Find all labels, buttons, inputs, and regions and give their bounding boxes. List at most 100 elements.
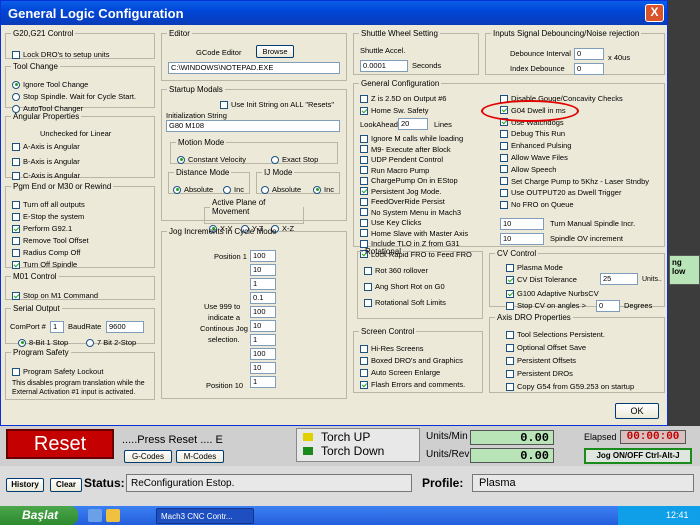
checkbox-box [500,141,508,150]
distance-inc-radio[interactable]: Inc [223,185,244,194]
a-axis-checkbox[interactable]: A-Axis is Angular [12,142,80,151]
z25-checkbox[interactable]: Z is 2.5D on Output #6 [360,94,446,103]
general-option-checkbox[interactable]: No System Menu in Mach3 [360,208,461,217]
pgmend-item[interactable]: Remove Tool Offset [12,236,89,245]
jog-value-input[interactable]: 10 [250,362,276,374]
pgmend-item[interactable]: Perform G92.1 [12,224,72,233]
jog-value-input[interactable]: 10 [250,320,276,332]
editor-path-input[interactable]: C:\WINDOWS\NOTEPAD.EXE [168,62,340,74]
init-string-input[interactable]: G80 M108 [166,120,340,132]
start-button[interactable]: Başlat [0,506,78,525]
jog-value-input[interactable]: 1 [250,376,276,388]
general-option-checkbox[interactable]: Home Slave with Master Axis [360,229,468,238]
general-option-checkbox[interactable]: FeedOverRide Persist [360,197,445,206]
general-option-checkbox[interactable]: Ignore M calls while loading [360,134,463,143]
rot-soft-checkbox[interactable]: Rotational Soft Limits [364,298,446,307]
general-option-checkbox[interactable]: Enhanced Pulsing [500,141,571,150]
gcodes-button[interactable]: G-Codes [124,450,172,463]
axisdro-item[interactable]: Copy G54 from G59.253 on startup [506,382,634,391]
ie-icon[interactable] [88,509,102,522]
stop-cv-input[interactable]: 0 [596,300,620,312]
general-option-checkbox[interactable]: Persistent Jog Mode. [360,187,441,196]
stop-cv-checkbox[interactable]: Stop CV on angles > [506,301,586,310]
jog-value-input[interactable]: 100 [250,250,276,262]
debounce-interval-input[interactable]: 0 [574,48,604,60]
ij-inc-radio[interactable]: Inc [313,185,334,194]
axisdro-item[interactable]: Tool Selections Persistent. [506,330,605,339]
ij-abs-radio[interactable]: Absolute [261,185,301,194]
distance-abs-radio[interactable]: Absolute [173,185,213,194]
ok-button[interactable]: OK [615,403,659,419]
safety-lockout-checkbox[interactable]: Program Safety Lockout [12,367,103,376]
spindle-incr-input[interactable]: 10 [500,218,544,230]
ignore-toolchange-radio[interactable]: Ignore Tool Change [12,80,88,89]
jog-value-input[interactable]: 0.1 [250,292,276,304]
close-button[interactable]: X [645,4,664,22]
axisdro-item[interactable]: Optional Offset Save [506,343,586,352]
jog-toggle-button[interactable]: Jog ON/OFF Ctrl-Alt-J [584,448,692,464]
stop-m1-checkbox[interactable]: Stop on M1 Command [12,291,98,300]
ang-short-checkbox[interactable]: Ang Short Rot on G0 [364,282,445,291]
jog-value-input[interactable]: 1 [250,278,276,290]
shuttle-accel-input[interactable]: 0.0001 [360,60,408,72]
general-option-checkbox[interactable]: Use OUTPUT20 as Dwell Trigger [500,188,621,197]
spindle-ov-input[interactable]: 10 [500,233,544,245]
flash-errors-checkbox[interactable]: Flash Errors and comments. [360,380,465,389]
jog-value-input[interactable]: 100 [250,306,276,318]
general-option-checkbox[interactable]: No FRO on Queue [500,200,574,209]
boxed-checkbox[interactable]: Boxed DRO's and Graphics [360,356,463,365]
jog-value-input[interactable]: 10 [250,264,276,276]
axisdro-item-label: Tool Selections Persistent. [517,330,605,339]
general-option-checkbox[interactable]: Debug This Run [500,129,565,138]
cv-radio[interactable]: Constant Velocity [177,155,246,164]
jog-value-input[interactable]: 1 [250,334,276,346]
rot360-checkbox[interactable]: Rot 360 rollover [364,266,428,275]
pgmend-item[interactable]: E-Stop the system [12,212,84,221]
g100-checkbox[interactable]: G100 Adaptive NurbsCV [506,289,599,298]
side-text: low [672,267,686,276]
folder-icon[interactable] [106,509,120,522]
7bit-radio[interactable]: 7 Bit 2-Stop [86,338,136,347]
hires-checkbox[interactable]: Hi-Res Screens [360,344,424,353]
home-safety-checkbox[interactable]: Home Sw. Safety [360,106,429,115]
jog-value-input[interactable]: 100 [250,348,276,360]
use-init-checkbox[interactable]: Use Init String on ALL "Resets" [220,100,334,109]
axisdro-item[interactable]: Persistent DROs [506,369,573,378]
general-option-checkbox[interactable]: Set Charge Pump to 5Khz - Laser Stndby [500,177,649,186]
mach3-task-button[interactable]: Mach3 CNC Contr... [156,508,254,524]
general-option-checkbox[interactable]: UDP Pendent Control [360,155,443,164]
history-button[interactable]: History [6,478,44,492]
browse-button[interactable]: Browse [256,45,294,58]
comport-input[interactable]: 1 [50,321,64,333]
serial-legend: Serial Output [13,304,60,313]
general-option-checkbox[interactable]: Allow Speech [500,165,556,174]
axisdro-item[interactable]: Persistent Offsets [506,356,576,365]
c-axis-checkbox[interactable]: C-Axis is Angular [12,171,80,180]
general-option-checkbox[interactable]: Run Macro Pump [360,166,429,175]
pgmend-item[interactable]: Radius Comp Off [12,248,80,257]
general-option-checkbox[interactable]: ChargePump On in EStop [360,176,458,185]
8bit-radio[interactable]: 8-Bit 1 Stop [18,338,68,347]
lock-dro-checkbox[interactable]: Lock DRO's to setup units [12,50,109,59]
pgmend-item[interactable]: Turn Off Spindle [12,260,77,269]
baudrate-input[interactable]: 9600 [106,321,144,333]
cv-dist-input[interactable]: 25 [600,273,638,285]
reset-button[interactable]: Reset [6,429,114,459]
general-option-checkbox[interactable]: Use Key Clicks [360,218,421,227]
b-axis-label: B-Axis is Angular [23,157,80,166]
index-debounce-input[interactable]: 0 [574,63,604,75]
general-legend: General Configuration [361,79,440,88]
auto-enlarge-checkbox[interactable]: Auto Screen Enlarge [360,368,440,377]
exact-stop-radio[interactable]: Exact Stop [271,155,318,164]
plasma-mode-checkbox[interactable]: Plasma Mode [506,263,563,272]
stop-spindle-radio[interactable]: Stop Spindle. Wait for Cycle Start. [12,92,136,101]
clear-button[interactable]: Clear [50,478,82,492]
general-option-checkbox[interactable]: M9- Execute after Block [360,145,451,154]
b-axis-checkbox[interactable]: B-Axis is Angular [12,157,80,166]
pgmend-item[interactable]: Turn off all outputs [12,200,85,209]
checkbox-box [500,153,508,162]
cv-dist-checkbox[interactable]: CV Dist Tolerance [506,275,577,284]
general-option-checkbox[interactable]: Allow Wave Files [500,153,568,162]
mcodes-button[interactable]: M-Codes [176,450,224,463]
lookahead-input[interactable]: 20 [398,118,428,130]
